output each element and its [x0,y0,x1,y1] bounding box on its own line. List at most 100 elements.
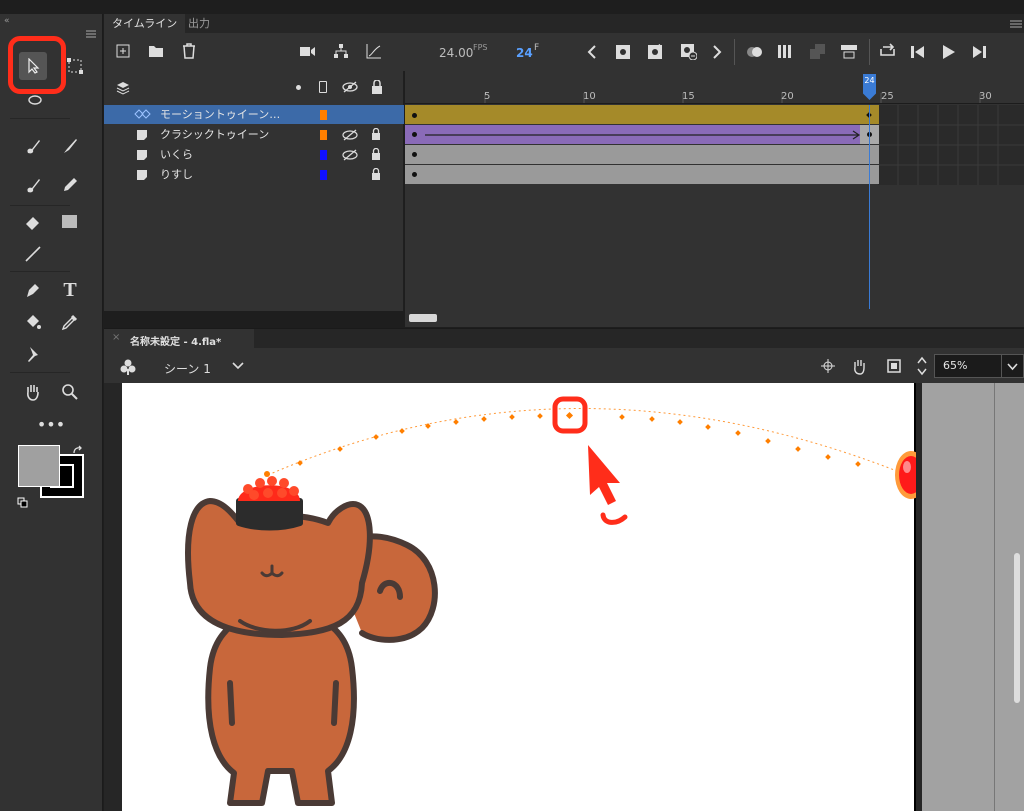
current-frame[interactable]: 24 [516,46,533,60]
layer-color[interactable] [320,110,327,120]
zoom-dropdown[interactable] [1002,354,1024,378]
collapse-icon[interactable]: « [4,16,10,26]
hidden-icon[interactable] [342,129,358,141]
brush-icon [27,140,40,154]
hand-tool[interactable] [18,378,48,406]
swap-colors-icon[interactable] [72,445,84,457]
delete-layer-button[interactable] [182,43,196,59]
lasso-tool[interactable] [20,94,50,110]
lock-icon[interactable] [371,128,381,140]
fps-unit: FPS [473,43,488,52]
stroke-color-swatch[interactable] [18,445,60,487]
text-icon: T [63,278,77,301]
eraser-tool[interactable] [18,208,48,236]
layers-icon [116,81,130,95]
pin-tool[interactable] [18,340,48,368]
new-folder-button[interactable] [148,44,164,58]
onion-skin-button[interactable] [746,44,764,60]
tools-panel: « T ••• [0,14,103,811]
paint-bucket-tool[interactable] [18,308,48,336]
scene-icon[interactable] [120,359,136,375]
next-keyframe-button[interactable] [712,45,722,59]
graph-button[interactable] [366,43,382,59]
layer-row-risushi[interactable]: りすし [104,165,404,184]
text-tool[interactable]: T [55,276,85,304]
selection-tool[interactable] [19,52,47,80]
layer-color[interactable] [320,130,327,140]
layer-pane: モーショントゥイーン… クラシックトゥイーン いくら りすし [104,71,404,311]
visibility-icon[interactable] [342,81,358,93]
zoom-input[interactable]: 65% [934,354,1002,378]
ikura-sprite[interactable] [895,451,916,499]
camera-button[interactable] [300,45,316,57]
center-stage-button[interactable] [821,359,835,373]
new-layer-button[interactable] [116,44,130,58]
layer-color[interactable] [320,170,327,180]
keyframe-dot[interactable] [412,172,417,177]
step-back-button[interactable] [910,45,926,59]
zoom-stepper[interactable] [917,356,927,376]
classic-brush-tool[interactable] [55,132,85,160]
layer-row-classic[interactable]: クラシックトゥイーン [104,125,404,144]
close-tab-icon[interactable]: × [112,332,120,343]
line-icon [25,246,41,262]
play-button[interactable] [942,45,956,59]
lock-all-icon[interactable] [371,80,383,94]
paint-brush-tool[interactable] [18,132,48,160]
layer-color[interactable] [320,150,327,160]
document-tab[interactable]: × 名称未設定 - 4.fla* [104,329,254,349]
auto-keyframe-button[interactable]: A [648,42,664,59]
keyframe-dot[interactable] [412,132,417,137]
free-transform-tool[interactable] [60,52,90,80]
rectangle-icon [62,215,77,228]
outline-icon[interactable] [319,81,327,93]
keyframe-dot[interactable] [412,152,417,157]
frames-pane[interactable]: 5 10 15 20 25 30 24 [405,71,1024,327]
risushi-frames[interactable] [405,165,879,184]
frame-span-button[interactable] [841,45,857,59]
previous-keyframe-button[interactable] [587,45,597,59]
edit-multiple-frames-button[interactable] [810,44,826,60]
hidden-icon[interactable] [342,149,358,161]
more-tools-button[interactable]: ••• [36,410,66,438]
timeline-menu-icon[interactable] [1010,20,1022,28]
line-tool[interactable] [18,240,48,268]
loop-button[interactable] [879,43,897,59]
zoom-tool[interactable] [55,378,85,406]
squirrel-sprite[interactable] [185,498,438,806]
clip-content-button[interactable] [886,358,902,374]
tab-timeline[interactable]: タイムライン [104,14,186,33]
fps-value[interactable]: 24.00 [439,46,473,60]
onion-outline-button[interactable] [778,44,794,60]
layer-row-ikura[interactable]: いくら [104,145,404,164]
scene-label[interactable]: シーン 1 [164,360,211,377]
scene-dropdown[interactable] [232,362,244,370]
ikura-frames[interactable] [405,145,879,164]
step-forward-button[interactable] [971,45,987,59]
layer-row-motion[interactable]: モーショントゥイーン… [104,105,404,124]
parenting-button[interactable] [333,43,349,59]
vertical-scrollbar[interactable] [1014,553,1020,703]
eyedropper-tool[interactable] [55,308,85,336]
stage[interactable] [122,383,916,811]
lock-icon[interactable] [371,168,381,180]
pencil-tool[interactable] [55,171,85,199]
brush-icon [64,139,77,153]
fluid-brush-tool[interactable] [18,171,48,199]
timeline-scrollbar[interactable] [409,314,437,322]
lock-icon[interactable] [371,148,381,160]
tab-output[interactable]: 出力 [180,14,218,33]
keyframe-dot[interactable] [412,113,417,118]
magnifier-icon [62,384,78,400]
motion-tween-span[interactable] [405,105,879,124]
remove-keyframe-button[interactable] [681,44,697,60]
insert-keyframe-button[interactable] [616,45,630,59]
default-colors-icon[interactable] [17,497,29,509]
panel-menu-icon[interactable] [86,30,96,38]
frame-ruler[interactable]: 5 10 15 20 25 30 [405,71,1024,104]
pen-tool[interactable] [18,276,48,304]
classic-tween-span[interactable] [405,125,879,144]
show-dot-icon[interactable] [296,85,301,90]
rotate-stage-button[interactable] [850,357,868,375]
rectangle-tool[interactable] [55,208,85,236]
